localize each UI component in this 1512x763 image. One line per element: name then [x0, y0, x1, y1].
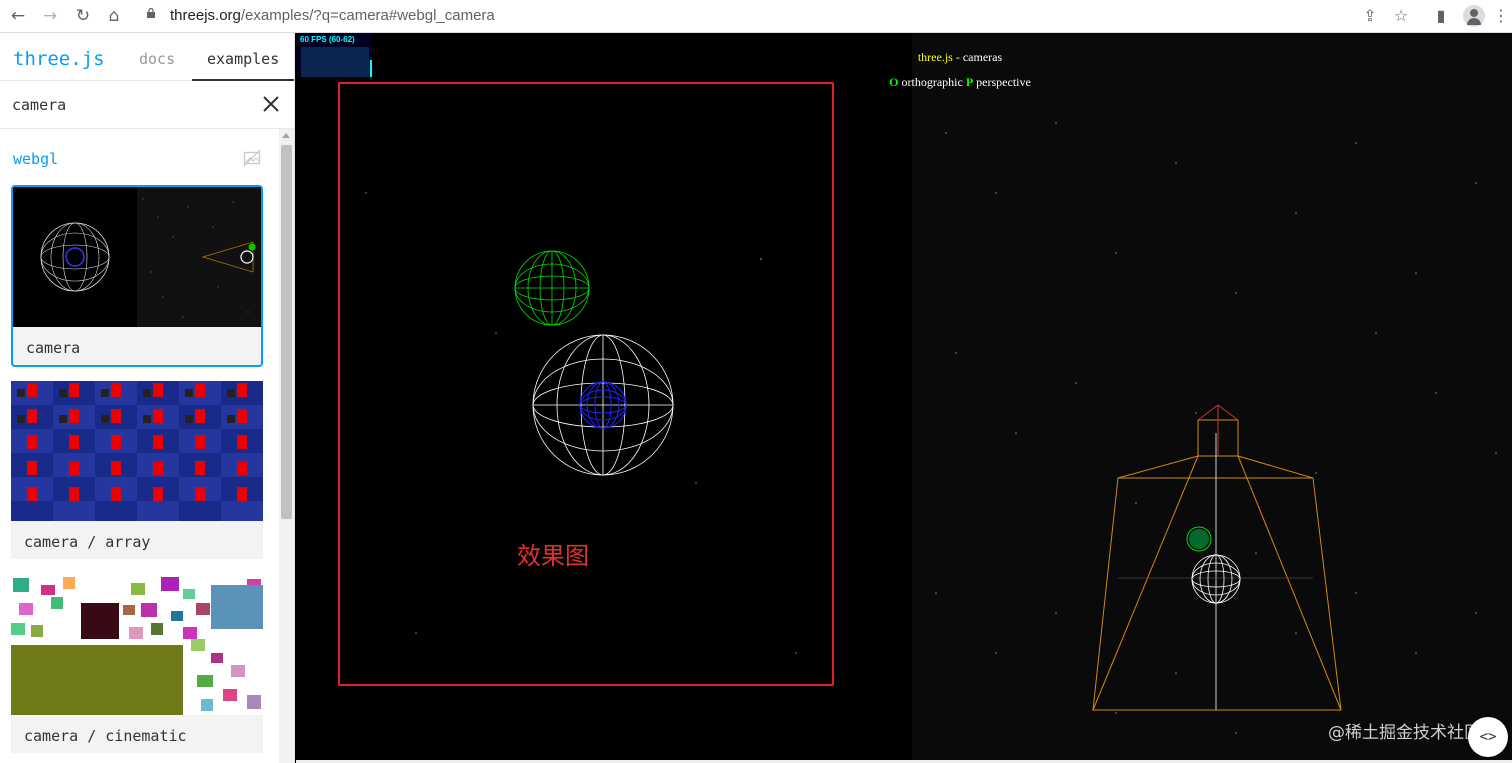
- example-card-label: camera / cinematic: [24, 727, 187, 745]
- fps-readout: 60 FPS (60-62): [300, 35, 355, 44]
- example-card-label: camera / array: [24, 533, 151, 551]
- fps-stats-panel[interactable]: 60 FPS (60-62): [298, 34, 372, 78]
- tab-docs[interactable]: docs: [139, 50, 175, 68]
- forward-icon[interactable]: →: [38, 5, 62, 27]
- info-title-line: three.js - cameras: [780, 50, 1140, 65]
- address-bar[interactable]: threejs.org/examples/?q=camera#webgl_cam…: [170, 7, 495, 24]
- key-o: O: [889, 75, 899, 89]
- scroll-up-arrow[interactable]: [282, 133, 290, 138]
- example-card-label: camera: [26, 339, 81, 357]
- home-icon[interactable]: ⌂: [102, 5, 126, 27]
- fps-graph: [301, 47, 369, 77]
- mode-perspective: perspective: [973, 75, 1031, 89]
- tab-examples[interactable]: examples: [207, 50, 279, 68]
- lock-icon[interactable]: [146, 8, 156, 18]
- browser-toolbar: ← → ↻ ⌂ threejs.org/examples/?q=camera#w…: [0, 0, 1512, 33]
- toggle-preview-icon[interactable]: [243, 149, 261, 167]
- scrollbar-thumb[interactable]: [281, 145, 292, 519]
- info-title-text: - cameras: [952, 50, 1003, 64]
- example-card-camera-cinematic[interactable]: camera / cinematic: [11, 575, 263, 753]
- close-icon[interactable]: [261, 94, 281, 114]
- back-icon[interactable]: ←: [6, 5, 30, 27]
- info-controls-line: O orthographic P perspective: [780, 75, 1140, 90]
- share-icon[interactable]: ⇪: [1359, 5, 1381, 27]
- active-tab-indicator: [192, 79, 294, 81]
- examples-sidebar: three.js docs examples webgl: [0, 33, 295, 763]
- fps-graph-bar: [370, 60, 372, 77]
- watermark: @稀土掘金技术社区: [1328, 723, 1481, 743]
- divider: [0, 128, 294, 129]
- threejs-link[interactable]: three.js: [918, 50, 953, 64]
- side-panel-icon[interactable]: ▮: [1430, 5, 1452, 27]
- example-thumbnail: [11, 381, 263, 521]
- profile-avatar[interactable]: [1463, 5, 1485, 27]
- menu-kebab-icon[interactable]: ⋮: [1490, 5, 1512, 27]
- url-host: threejs.org: [170, 7, 241, 24]
- mode-orthographic: orthographic: [898, 75, 966, 89]
- example-card-camera[interactable]: camera: [11, 185, 263, 367]
- scene-info: three.js - cameras O orthographic P pers…: [780, 50, 1140, 90]
- three-js-logo[interactable]: three.js: [13, 48, 105, 70]
- annotation-label: 效果图: [517, 542, 589, 570]
- example-thumbnail: [13, 187, 261, 327]
- url-path: /examples/?q=camera#webgl_camera: [240, 7, 495, 24]
- view-source-button[interactable]: <>: [1468, 717, 1508, 757]
- category-heading: webgl: [13, 150, 59, 168]
- star-icon[interactable]: ☆: [1390, 5, 1412, 27]
- example-card-camera-array[interactable]: camera / array: [11, 381, 263, 559]
- annotation-box: [338, 82, 834, 686]
- search-input[interactable]: [12, 96, 252, 114]
- reload-icon[interactable]: ↻: [71, 5, 95, 27]
- example-thumbnail: [11, 575, 263, 715]
